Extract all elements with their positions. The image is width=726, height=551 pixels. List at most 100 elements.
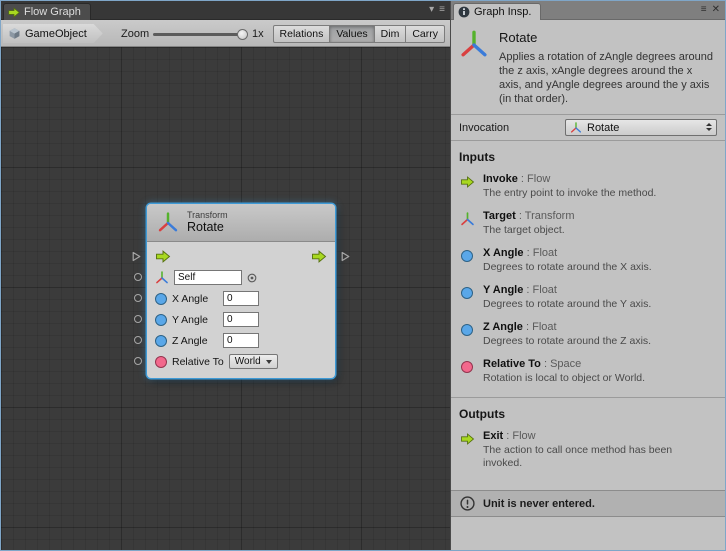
target-port[interactable] [134,273,142,281]
node-body: X Angle Y Angle Z Angle [147,242,335,378]
relative-to-port[interactable] [134,357,142,365]
float-port-icon[interactable] [155,335,167,347]
enum-icon [459,359,475,375]
flow-input-port[interactable] [132,251,141,262]
gameobject-icon [8,27,21,40]
relative-to-label: Relative To [172,356,224,368]
float-port-icon[interactable] [155,293,167,305]
pin-item-x-angle: X Angle : Float Degrees to rotate around… [451,244,725,281]
float-port-icon[interactable] [155,314,167,326]
pane-menu-icon[interactable]: ≡ [439,4,445,15]
zoom-value: 1x [252,28,264,40]
node-y-angle-row: Y Angle [147,309,335,330]
pin-item-exit: Exit : Flow The action to call once meth… [451,427,725,477]
zoom-slider-knob[interactable] [237,29,248,40]
inspector-header: Rotate Applies a rotation of zAngle degr… [451,20,725,115]
zoom-label: Zoom [121,28,149,40]
z-angle-port[interactable] [134,336,142,344]
inspector-window-controls: ≡ ✕ [701,4,720,15]
tab-flow-graph-label: Flow Graph [24,6,81,18]
z-angle-label: Z Angle [172,335,218,347]
flow-graph-icon [8,7,20,18]
flow-graph-tabstrip: Flow Graph ▾ ≡ [1,1,450,20]
invocation-row: Invocation Rotate [451,115,725,141]
pin-item-relative-to: Relative To : Space Rotation is local to… [451,355,725,392]
warning-text: Unit is never entered. [483,498,595,510]
relative-to-dropdown[interactable]: World [229,354,278,369]
outputs-header: Outputs [451,398,725,427]
graph-canvas[interactable]: Transform Rotate [1,47,450,550]
invoke-arrow-icon[interactable] [155,250,171,263]
node-title: Rotate [187,220,228,234]
pin-item-invoke: Invoke : Flow The entry point to invoke … [451,170,725,207]
flow-output-port[interactable] [341,251,350,262]
inspector-title: Rotate [499,30,715,45]
x-angle-label: X Angle [172,293,218,305]
float-icon [459,285,475,301]
window-menu-icon[interactable]: ≡ [701,4,707,15]
z-angle-input[interactable] [223,333,259,348]
flow-arrow-icon [459,431,475,447]
rotate-node[interactable]: Transform Rotate [147,204,335,378]
invocation-label: Invocation [459,122,565,134]
breadcrumb-label: GameObject [25,28,87,40]
values-button[interactable]: Values [330,25,374,43]
outputs-section: Outputs Exit : Flow The action to call o… [451,397,725,477]
node-type-label: Transform [187,210,228,220]
flow-graph-panel: Flow Graph ▾ ≡ GameObject Zoom 1x Relati… [1,1,450,550]
float-icon [459,248,475,264]
transform-icon-small [570,122,582,134]
warning-icon [460,496,475,511]
exit-arrow-icon[interactable] [311,250,327,263]
popup-arrows-icon [706,123,712,131]
bolt-editor-window: Flow Graph ▾ ≡ GameObject Zoom 1x Relati… [0,0,726,551]
node-header[interactable]: Transform Rotate [147,204,335,242]
node-relative-row: Relative To World [147,351,335,372]
inspector-body: Rotate Applies a rotation of zAngle degr… [451,20,725,550]
close-icon[interactable]: ✕ [712,4,720,15]
inspector-header-text: Rotate Applies a rotation of zAngle degr… [499,30,715,106]
node-z-angle-row: Z Angle [147,330,335,351]
self-field[interactable] [174,270,242,285]
graph-inspector-panel: Graph Insp. ≡ ✕ Rotate Applies a rotatio… [450,1,725,550]
y-angle-label: Y Angle [172,314,218,326]
pin-item-y-angle: Y Angle : Float Degrees to rotate around… [451,281,725,318]
node-titles: Transform Rotate [187,210,228,235]
relations-button[interactable]: Relations [273,25,331,43]
dropdown-caret-icon [266,360,272,364]
carry-button[interactable]: Carry [406,25,445,43]
float-icon [459,322,475,338]
transform-icon [157,212,179,234]
zoom-slider[interactable] [153,33,243,36]
transform-icon [459,211,475,227]
inputs-section: Inputs Invoke : Flow The entry point to … [451,141,725,392]
pin-item-z-angle: Z Angle : Float Degrees to rotate around… [451,318,725,355]
inspector-icon [458,6,470,18]
tab-graph-inspector-label: Graph Insp. [474,6,531,18]
inspector-tabstrip: Graph Insp. ≡ ✕ [451,1,725,20]
toolbar-toggle-group: Relations Values Dim Carry [273,25,445,43]
transform-port-icon[interactable] [155,271,169,285]
y-angle-input[interactable] [223,312,259,327]
breadcrumb[interactable]: GameObject [3,24,103,43]
inputs-header: Inputs [451,141,725,170]
node-flow-row [147,246,335,267]
node-target-row [147,267,335,288]
y-angle-port[interactable] [134,315,142,323]
flow-graph-toolbar: GameObject Zoom 1x Relations Values Dim … [1,20,450,47]
node-x-angle-row: X Angle [147,288,335,309]
transform-icon-large [459,30,489,60]
invocation-dropdown[interactable]: Rotate [565,119,717,136]
inspector-description: Applies a rotation of zAngle degrees aro… [499,50,715,106]
pin-item-target: Target : Transform The target object. [451,207,725,244]
flow-pane-controls: ▾ ≡ [429,4,445,15]
x-angle-input[interactable] [223,291,259,306]
tab-flow-graph[interactable]: Flow Graph [3,3,91,20]
enum-port-icon[interactable] [155,356,167,368]
pane-dropdown-icon[interactable]: ▾ [429,4,434,15]
tab-graph-inspector[interactable]: Graph Insp. [453,3,541,20]
warning-banner: Unit is never entered. [451,490,725,517]
dim-button[interactable]: Dim [375,25,407,43]
x-angle-port[interactable] [134,294,142,302]
object-picker-icon[interactable] [247,273,257,283]
